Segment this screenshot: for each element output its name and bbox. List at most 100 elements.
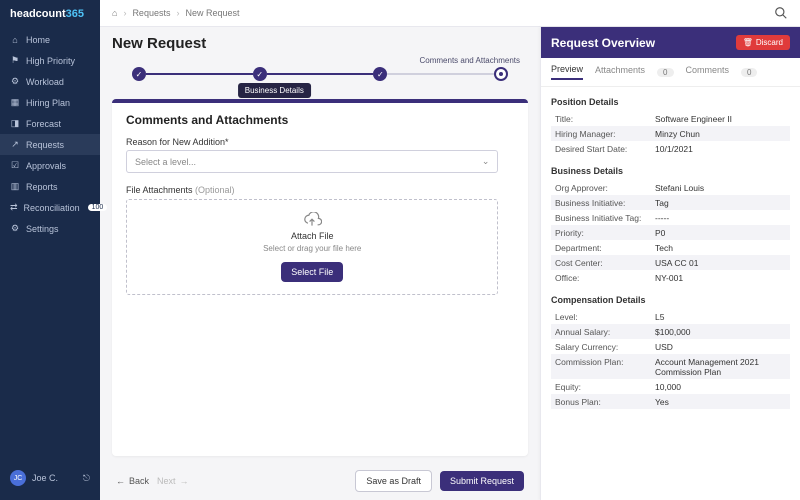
form-footer: ←Back Next→ Save as Draft Submit Request bbox=[112, 462, 528, 492]
sidebar: headcount365 ⌂Home ⚑High Priority ⚙Workl… bbox=[0, 0, 100, 500]
reason-select[interactable]: Select a level... ⌄ bbox=[126, 150, 498, 173]
sidebar-item-label: Hiring Plan bbox=[26, 98, 70, 108]
avatar: JC bbox=[10, 470, 26, 486]
user-name: Joe C. bbox=[32, 473, 58, 483]
badge: 100 bbox=[88, 204, 108, 211]
sidebar-item-requests[interactable]: ↗ Requests bbox=[0, 134, 100, 155]
kv-row: Business Initiative Tag:----- bbox=[551, 210, 790, 225]
kv-value: NY-001 bbox=[655, 273, 786, 283]
kv-value: P0 bbox=[655, 228, 786, 238]
tab-attachments[interactable]: Attachments bbox=[595, 65, 645, 79]
section-title: Business Details bbox=[551, 166, 790, 176]
kv-row: Annual Salary:$100,000 bbox=[551, 324, 790, 339]
step-2[interactable]: ✓ Business Details bbox=[253, 67, 267, 81]
kv-row: Bonus Plan:Yes bbox=[551, 394, 790, 409]
kv-value: Tech bbox=[655, 243, 786, 253]
kv-key: Bonus Plan: bbox=[555, 397, 655, 407]
kv-key: Title: bbox=[555, 114, 655, 124]
select-file-button[interactable]: Select File bbox=[281, 262, 343, 282]
forecast-icon: ◨ bbox=[10, 118, 20, 129]
topbar: ⌂ › Requests › New Request bbox=[100, 0, 800, 27]
chevron-right-icon: › bbox=[123, 8, 126, 18]
sidebar-item-home[interactable]: ⌂Home bbox=[0, 30, 100, 50]
comments-count: 0 bbox=[741, 68, 757, 77]
section-title: Compensation Details bbox=[551, 295, 790, 305]
breadcrumb: New Request bbox=[185, 8, 239, 18]
kv-key: Priority: bbox=[555, 228, 655, 238]
step-3[interactable]: ✓ bbox=[373, 67, 387, 81]
kv-row: Level:L5 bbox=[551, 309, 790, 324]
submit-request-button[interactable]: Submit Request bbox=[440, 471, 524, 491]
kv-value: $100,000 bbox=[655, 327, 786, 337]
kv-key: Office: bbox=[555, 273, 655, 283]
logout-icon[interactable]: ⎋ bbox=[83, 473, 90, 484]
comments-card: Comments and Attachments Reason for New … bbox=[112, 99, 528, 456]
kv-key: Commission Plan: bbox=[555, 357, 655, 377]
sidebar-item-reports[interactable]: ▥Reports bbox=[0, 176, 100, 197]
kv-key: Level: bbox=[555, 312, 655, 322]
step-4[interactable] bbox=[494, 67, 508, 81]
user-row[interactable]: JC Joe C. ⎋ bbox=[0, 464, 100, 492]
sidebar-item-reconciliation[interactable]: ⇄Reconciliation100 bbox=[0, 197, 100, 218]
sidebar-item-label: Reconciliation bbox=[24, 203, 80, 213]
kv-key: Salary Currency: bbox=[555, 342, 655, 352]
section-title: Position Details bbox=[551, 97, 790, 107]
kv-row: Title:Software Engineer II bbox=[551, 111, 790, 126]
kv-value: Minzy Chun bbox=[655, 129, 786, 139]
reports-icon: ▥ bbox=[10, 181, 20, 192]
discard-button[interactable]: 🗑Discard bbox=[736, 35, 790, 50]
kv-key: Business Initiative Tag: bbox=[555, 213, 655, 223]
kv-value: Tag bbox=[655, 198, 786, 208]
main: ⌂ › Requests › New Request New Request C… bbox=[100, 0, 800, 500]
kv-row: Desired Start Date:10/1/2021 bbox=[551, 141, 790, 156]
file-attach-label: File Attachments (Optional) bbox=[126, 185, 514, 195]
tab-preview[interactable]: Preview bbox=[551, 64, 583, 80]
requests-icon: ↗ bbox=[10, 139, 20, 150]
kv-row: Office:NY-001 bbox=[551, 270, 790, 285]
logo-text-a: headcount bbox=[10, 8, 66, 20]
priority-icon: ⚑ bbox=[10, 55, 20, 66]
stepper: Comments and Attachments ✓ ✓ Business De… bbox=[112, 56, 528, 81]
sidebar-item-approvals[interactable]: ☑Approvals bbox=[0, 155, 100, 176]
panel-title: Request Overview bbox=[551, 36, 655, 50]
back-button[interactable]: ←Back bbox=[116, 476, 149, 486]
sidebar-item-label: Home bbox=[26, 35, 50, 45]
arrow-left-icon: ← bbox=[116, 476, 125, 486]
next-button: Next→ bbox=[157, 476, 189, 486]
sidebar-item-workload[interactable]: ⚙Workload bbox=[0, 71, 100, 92]
arrow-right-icon: → bbox=[180, 476, 189, 486]
save-draft-button[interactable]: Save as Draft bbox=[355, 470, 432, 492]
kv-value: USD bbox=[655, 342, 786, 352]
page-title: New Request bbox=[112, 35, 528, 52]
sidebar-item-hiring-plan[interactable]: ▦Hiring Plan bbox=[0, 92, 100, 113]
step-1[interactable]: ✓ bbox=[132, 67, 146, 81]
stepper-caption: Comments and Attachments bbox=[420, 56, 529, 65]
search-icon[interactable] bbox=[774, 6, 788, 20]
home-icon[interactable]: ⌂ bbox=[112, 8, 117, 18]
kv-value: Account Management 2021 Commission Plan bbox=[655, 357, 786, 377]
workload-icon: ⚙ bbox=[10, 76, 20, 87]
panel-body: Position Details Title:Software Engineer … bbox=[541, 87, 800, 500]
kv-value: 10,000 bbox=[655, 382, 786, 392]
tab-comments[interactable]: Comments bbox=[686, 65, 730, 79]
sidebar-item-settings[interactable]: ⚙Settings bbox=[0, 218, 100, 239]
kv-row: Equity:10,000 bbox=[551, 379, 790, 394]
step-tooltip: Business Details bbox=[238, 83, 311, 98]
sidebar-item-label: Requests bbox=[26, 140, 64, 150]
gear-icon: ⚙ bbox=[10, 223, 20, 234]
kv-row: Commission Plan:Account Management 2021 … bbox=[551, 354, 790, 379]
logo: headcount365 bbox=[0, 8, 100, 30]
panel-tabs: Preview Attachments 0 Comments 0 bbox=[541, 58, 800, 87]
kv-key: Department: bbox=[555, 243, 655, 253]
kv-value: Yes bbox=[655, 397, 786, 407]
sidebar-item-high-priority[interactable]: ⚑High Priority bbox=[0, 50, 100, 71]
kv-value: ----- bbox=[655, 213, 786, 223]
kv-key: Cost Center: bbox=[555, 258, 655, 268]
file-dropzone[interactable]: Attach File Select or drag your file her… bbox=[126, 199, 498, 295]
kv-row: Org Approver:Stefani Louis bbox=[551, 180, 790, 195]
kv-value: L5 bbox=[655, 312, 786, 322]
kv-row: Hiring Manager:Minzy Chun bbox=[551, 126, 790, 141]
sidebar-item-forecast[interactable]: ◨Forecast bbox=[0, 113, 100, 134]
kv-row: Priority:P0 bbox=[551, 225, 790, 240]
breadcrumb[interactable]: Requests bbox=[132, 8, 170, 18]
